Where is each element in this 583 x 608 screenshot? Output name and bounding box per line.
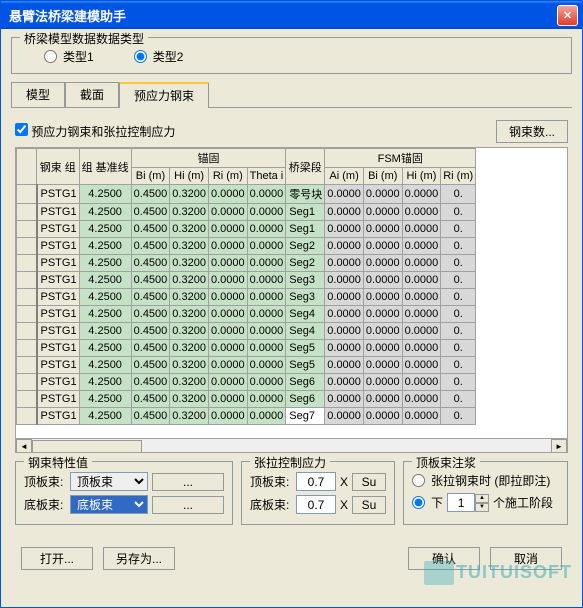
ok-button[interactable]: 确认 bbox=[408, 547, 480, 570]
top-su-button[interactable]: Su bbox=[352, 473, 386, 491]
col-baseline: 组 基准线 bbox=[79, 149, 131, 185]
table-row[interactable]: PSTG1 4.2500 0.4500 0.3200 0.0000 0.0000… bbox=[17, 289, 476, 306]
grout-after-radio[interactable]: 下 bbox=[412, 494, 443, 511]
close-icon[interactable]: ✕ bbox=[557, 5, 578, 26]
open-button[interactable]: 打开... bbox=[21, 547, 93, 570]
table-row[interactable]: PSTG1 4.2500 0.4500 0.3200 0.0000 0.0000… bbox=[17, 340, 476, 357]
prestress-checkbox[interactable]: 预应力钢束和张拉控制应力 bbox=[15, 123, 496, 140]
h-scrollbar[interactable]: ◄ ► bbox=[16, 438, 567, 453]
tendon-table: 钢束 组 组 基准线 锚固 桥梁段 FSM锚固 Bi (m) Hi (m) Ri… bbox=[15, 147, 568, 453]
col-fsm: FSM锚固 bbox=[325, 149, 476, 168]
col-bi2: Bi (m) bbox=[363, 168, 402, 185]
table-row[interactable]: PSTG1 4.2500 0.4500 0.3200 0.0000 0.0000… bbox=[17, 306, 476, 323]
table-row[interactable]: PSTG1 4.2500 0.4500 0.3200 0.0000 0.0000… bbox=[17, 255, 476, 272]
col-ai: Ai (m) bbox=[325, 168, 364, 185]
grout-immediate-radio[interactable]: 张拉钢束时 (即拉即注) bbox=[412, 472, 550, 489]
spin-down-icon[interactable]: ▼ bbox=[475, 503, 489, 512]
top-tendon-dots[interactable]: ... bbox=[152, 473, 224, 491]
grout-group: 顶板束注浆 张拉钢束时 (即拉即注) 下 ▲▼ 个施工阶段 bbox=[403, 461, 568, 525]
tab-model[interactable]: 模型 bbox=[11, 82, 65, 107]
table-row[interactable]: PSTG1 4.2500 0.4500 0.3200 0.0000 0.0000… bbox=[17, 408, 476, 425]
main-window: 悬臂法桥梁建模助手 ✕ 桥梁模型数据数据类型 类型1 类型2 模型 截面 预应力… bbox=[0, 0, 583, 608]
tension-group: 张拉控制应力 顶板束: X Su 底板束: X Su bbox=[241, 461, 395, 525]
cancel-button[interactable]: 取消 bbox=[490, 547, 562, 570]
table-row[interactable]: PSTG1 4.2500 0.4500 0.3200 0.0000 0.0000… bbox=[17, 221, 476, 238]
col-anchor: 锚固 bbox=[131, 149, 286, 168]
col-ri: Ri (m) bbox=[208, 168, 247, 185]
bottom-su-button[interactable]: Su bbox=[352, 496, 386, 514]
grout-stage-spinner[interactable]: ▲▼ bbox=[447, 493, 489, 512]
spin-up-icon[interactable]: ▲ bbox=[475, 494, 489, 503]
col-hi2: Hi (m) bbox=[402, 168, 441, 185]
bottom-tendon-select[interactable]: 底板束 bbox=[70, 495, 148, 514]
table-row[interactable]: PSTG1 4.2500 0.4500 0.3200 0.0000 0.0000… bbox=[17, 357, 476, 374]
window-title: 悬臂法桥梁建模助手 bbox=[9, 6, 557, 25]
top-tendon-select[interactable]: 顶板束 bbox=[70, 472, 148, 491]
scroll-right-icon[interactable]: ► bbox=[551, 439, 567, 453]
table-row[interactable]: PSTG1 4.2500 0.4500 0.3200 0.0000 0.0000… bbox=[17, 185, 476, 204]
table-row[interactable]: PSTG1 4.2500 0.4500 0.3200 0.0000 0.0000… bbox=[17, 238, 476, 255]
titlebar[interactable]: 悬臂法桥梁建模助手 ✕ bbox=[1, 1, 582, 29]
top-tension-input[interactable] bbox=[296, 472, 336, 491]
type2-radio[interactable]: 类型2 bbox=[134, 48, 184, 65]
model-type-group: 桥梁模型数据数据类型 类型1 类型2 bbox=[11, 37, 572, 74]
model-type-legend: 桥梁模型数据数据类型 bbox=[20, 30, 148, 47]
type1-radio[interactable]: 类型1 bbox=[44, 48, 94, 65]
tab-prestress[interactable]: 预应力钢束 bbox=[119, 82, 209, 108]
scroll-left-icon[interactable]: ◄ bbox=[16, 439, 32, 453]
col-segment: 桥梁段 bbox=[286, 149, 325, 185]
bottom-tendon-dots[interactable]: ... bbox=[152, 496, 224, 514]
tab-section[interactable]: 截面 bbox=[65, 82, 119, 107]
col-hi: Hi (m) bbox=[170, 168, 209, 185]
table-row[interactable]: PSTG1 4.2500 0.4500 0.3200 0.0000 0.0000… bbox=[17, 374, 476, 391]
bottom-tension-input[interactable] bbox=[296, 495, 336, 514]
col-group: 钢束 组 bbox=[37, 149, 80, 185]
tendon-count-button[interactable]: 钢束数... bbox=[496, 120, 568, 143]
col-bi: Bi (m) bbox=[131, 168, 170, 185]
table-row[interactable]: PSTG1 4.2500 0.4500 0.3200 0.0000 0.0000… bbox=[17, 272, 476, 289]
table-row[interactable]: PSTG1 4.2500 0.4500 0.3200 0.0000 0.0000… bbox=[17, 391, 476, 408]
table-row[interactable]: PSTG1 4.2500 0.4500 0.3200 0.0000 0.0000… bbox=[17, 323, 476, 340]
saveas-button[interactable]: 另存为... bbox=[103, 547, 175, 570]
tendon-props-group: 钢束特性值 顶板束: 顶板束 ... 底板束: 底板束 ... bbox=[15, 461, 233, 525]
tab-strip: 模型 截面 预应力钢束 bbox=[11, 82, 572, 108]
table-row[interactable]: PSTG1 4.2500 0.4500 0.3200 0.0000 0.0000… bbox=[17, 204, 476, 221]
col-theta: Theta i bbox=[247, 168, 286, 185]
col-ri2: Ri (m) bbox=[441, 168, 476, 185]
scroll-thumb[interactable] bbox=[32, 440, 142, 453]
